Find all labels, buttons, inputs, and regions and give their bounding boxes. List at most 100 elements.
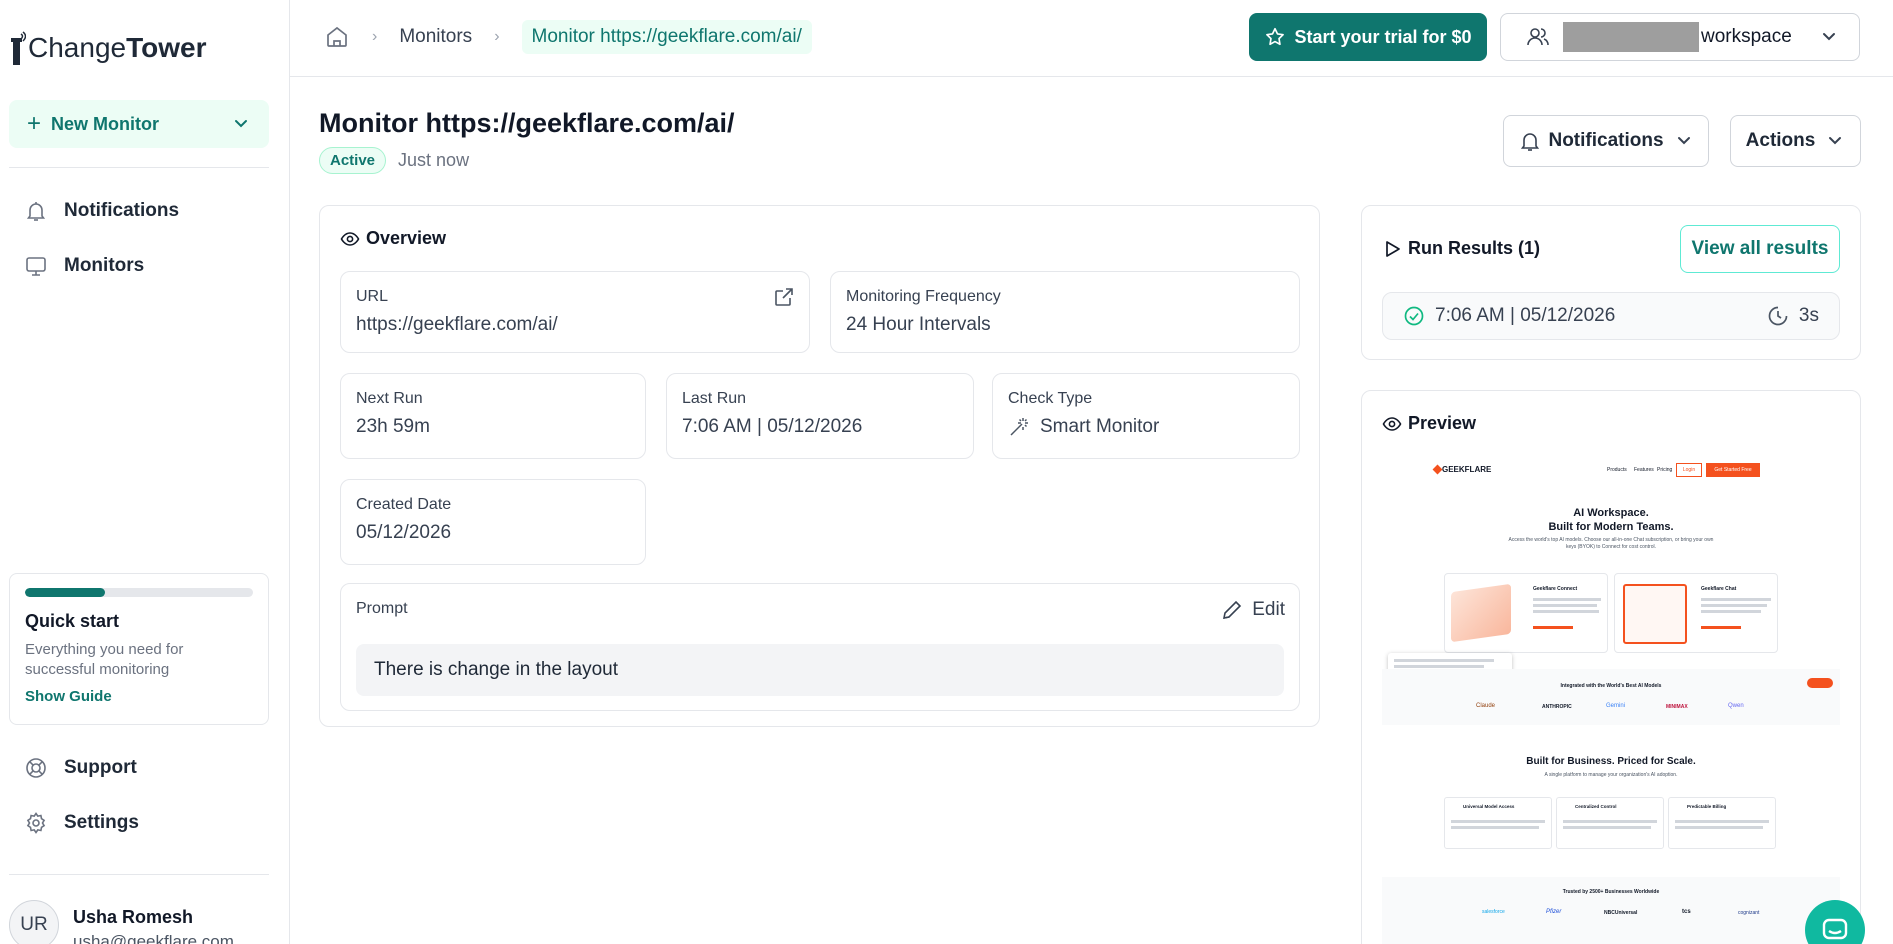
prompt-value: There is change in the layout bbox=[356, 644, 1284, 696]
chevron-down-icon bbox=[1829, 137, 1842, 145]
view-all-results-button[interactable]: View all results bbox=[1680, 225, 1840, 273]
prompt-field: Prompt Edit There is change in the layou… bbox=[340, 583, 1300, 711]
preview-text-line bbox=[1533, 610, 1599, 613]
preview-link-line bbox=[1533, 626, 1573, 629]
changetower-logo[interactable]: Change Tower bbox=[10, 28, 206, 68]
tower-logo-icon bbox=[11, 31, 26, 65]
redacted-workspace-name bbox=[1563, 22, 1699, 52]
preview-screenshot[interactable]: GEEKFLARE Products Features Pricing Logi… bbox=[1382, 457, 1840, 944]
new-monitor-button[interactable]: + New Monitor bbox=[9, 100, 269, 148]
preview-logo-nbc: NBCUniversal bbox=[1604, 910, 1638, 916]
sidebar-item-label: Notifications bbox=[64, 200, 180, 221]
breadcrumb-current[interactable]: Monitor https://geekflare.com/ai/ bbox=[521, 20, 812, 54]
edit-label: Edit bbox=[1252, 599, 1285, 620]
preview-card-chat: Geekflare Chat bbox=[1614, 573, 1778, 653]
notifications-button-label: Notifications bbox=[1548, 130, 1664, 151]
users-icon bbox=[1527, 28, 1549, 46]
preview-feature-card: Predictable Billing bbox=[1668, 797, 1776, 849]
sidebar-item-settings[interactable]: Settings bbox=[24, 808, 139, 838]
breadcrumb-monitors[interactable]: Monitors bbox=[399, 26, 472, 48]
preview-logo-tcs: tcs bbox=[1682, 909, 1691, 915]
avatar: UR bbox=[9, 900, 59, 944]
chat-widget-button[interactable] bbox=[1805, 900, 1865, 944]
external-link-icon[interactable] bbox=[773, 286, 795, 308]
preview-text-line bbox=[1451, 826, 1539, 829]
preview-text-line bbox=[1563, 826, 1651, 829]
check-type-label: Check Type bbox=[1008, 390, 1093, 407]
edit-prompt-button[interactable]: Edit bbox=[1220, 598, 1285, 622]
preview-card-illustration bbox=[1623, 584, 1687, 644]
preview-card-illustration bbox=[1451, 583, 1511, 643]
sidebar-item-notifications[interactable]: Notifications bbox=[24, 196, 179, 226]
sidebar: Change Tower + New Monitor Notifications … bbox=[0, 0, 290, 944]
preview-trusted: Trusted by 2500+ Businesses Worldwide bbox=[1562, 889, 1660, 895]
quick-start-progress-fill bbox=[25, 588, 105, 597]
magic-wand-icon bbox=[1010, 418, 1028, 436]
sidebar-divider bbox=[9, 874, 269, 875]
chevron-right-icon: › bbox=[494, 28, 500, 45]
preview-model-minimax: MINIMAX bbox=[1666, 704, 1688, 710]
actions-button-label: Actions bbox=[1745, 130, 1816, 151]
quick-start-description: Everything you need for successful monit… bbox=[25, 641, 184, 678]
preview-help-pill bbox=[1807, 678, 1833, 688]
pencil-icon bbox=[1223, 600, 1242, 620]
preview-card-connect-title: Geekflare Connect bbox=[1533, 586, 1578, 592]
check-type-field: Check Type Smart Monitor bbox=[992, 373, 1300, 459]
bell-icon bbox=[26, 202, 46, 221]
preview-text-line bbox=[1701, 604, 1767, 607]
preview-hero-sub: Access the world's top AI models. Choose… bbox=[1508, 537, 1714, 550]
preview-link-line bbox=[1701, 626, 1741, 629]
sidebar-item-monitors[interactable]: Monitors bbox=[24, 251, 144, 281]
check-type-value: Smart Monitor bbox=[1040, 416, 1160, 437]
preview-text-line bbox=[1533, 598, 1601, 601]
run-duration-value: 3s bbox=[1798, 305, 1819, 326]
actions-dropdown-button[interactable]: Actions bbox=[1730, 115, 1861, 167]
preview-brand-icon bbox=[1432, 464, 1443, 475]
page-title: Monitor https://geekflare.com/ai/ bbox=[319, 108, 735, 138]
url-label: URL bbox=[356, 288, 389, 305]
top-bar: › Monitors › Monitor https://geekflare.c… bbox=[290, 0, 1893, 77]
notifications-dropdown-button[interactable]: Notifications bbox=[1503, 115, 1709, 167]
home-icon[interactable] bbox=[324, 24, 350, 50]
preview-feature-title: Predictable Billing bbox=[1687, 804, 1727, 809]
preview-model-claude: Claude bbox=[1476, 703, 1496, 709]
preview-hero-line1: AI Workspace. bbox=[1573, 507, 1649, 519]
preview-feature-card: Universal Model Access bbox=[1444, 797, 1552, 849]
frequency-label: Monitoring Frequency bbox=[846, 288, 1001, 305]
prompt-label: Prompt bbox=[356, 600, 408, 617]
gear-icon bbox=[26, 812, 46, 834]
logo-text-light: Change bbox=[28, 32, 127, 63]
status-row: Active Just now bbox=[319, 147, 469, 174]
logo-text-bold: Tower bbox=[126, 32, 207, 63]
url-value: https://geekflare.com/ai/ bbox=[356, 314, 558, 335]
lifebuoy-icon bbox=[26, 758, 46, 778]
status-badge: Active bbox=[319, 147, 387, 174]
url-field: URL https://geekflare.com/ai/ bbox=[340, 271, 810, 353]
overview-title-text: Overview bbox=[366, 228, 447, 248]
preview-logo-pfizer: Pfizer bbox=[1546, 909, 1562, 915]
overview-card: Overview URL https://geekflare.com/ai/ M… bbox=[319, 205, 1320, 727]
workspace-selector[interactable]: workspace bbox=[1500, 13, 1860, 61]
user-email: usha@geekflare.com bbox=[73, 932, 234, 944]
sidebar-item-support[interactable]: Support bbox=[24, 753, 137, 783]
bell-icon bbox=[1521, 133, 1540, 151]
preview-text-line bbox=[1394, 659, 1494, 662]
frequency-value: 24 Hour Intervals bbox=[846, 314, 991, 335]
chevron-down-icon bbox=[1823, 33, 1835, 41]
preview-title: Preview bbox=[1382, 413, 1476, 434]
last-run-label: Last Run bbox=[682, 390, 747, 407]
preview-nav-products: Products bbox=[1607, 467, 1627, 473]
check-type-value-row: Smart Monitor bbox=[1008, 416, 1159, 438]
show-guide-link[interactable]: Show Guide bbox=[25, 688, 253, 705]
preview-text-line bbox=[1675, 826, 1763, 829]
start-trial-button[interactable]: Start your trial for $0 bbox=[1249, 13, 1487, 61]
chevron-down-icon bbox=[235, 120, 247, 128]
chat-icon bbox=[1822, 918, 1848, 940]
user-profile[interactable]: UR Usha Romesh usha@geekflare.com bbox=[9, 900, 284, 944]
created-date-field: Created Date 05/12/2026 bbox=[340, 479, 646, 565]
run-results-title: Run Results (1) bbox=[1382, 238, 1540, 259]
monitor-icon bbox=[26, 257, 46, 276]
user-name: Usha Romesh bbox=[73, 907, 194, 927]
status-timestamp: Just now bbox=[398, 150, 470, 170]
run-result-row[interactable]: 7:06 AM | 05/12/2026 3s bbox=[1382, 292, 1840, 340]
